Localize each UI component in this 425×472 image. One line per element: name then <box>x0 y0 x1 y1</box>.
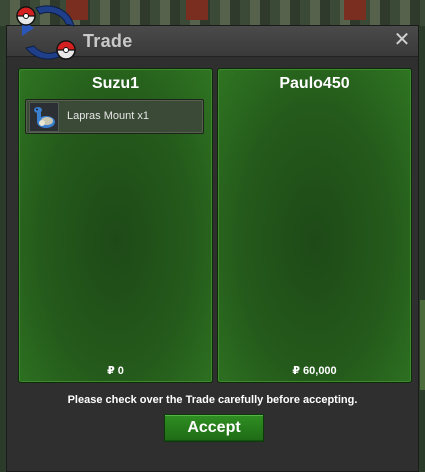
trade-panel-partner: Paulo450 ₽ 60,000 <box>217 68 412 383</box>
trade-notice: Please check over the Trade carefully be… <box>67 394 358 406</box>
accept-button[interactable]: Accept <box>164 414 264 442</box>
trade-window: Trade ✕ Suzu1 Lapras Mount x1 ₽ 0 Paulo4… <box>6 25 419 472</box>
background-roof-tile <box>344 0 366 20</box>
lapras-icon <box>29 102 59 132</box>
window-title: Trade <box>83 31 133 51</box>
close-icon[interactable]: ✕ <box>392 29 412 51</box>
trade-item-slot[interactable]: Lapras Mount x1 <box>25 99 204 134</box>
money-offer-partner: ₽ 60,000 <box>292 365 337 377</box>
game-background: Trade ✕ Suzu1 Lapras Mount x1 ₽ 0 Paulo4… <box>0 0 425 472</box>
background-roof-tile <box>186 0 208 20</box>
pokeball-arrows-logo <box>16 5 76 60</box>
trade-panel-self: Suzu1 Lapras Mount x1 ₽ 0 <box>18 68 213 383</box>
money-offer-self: ₽ 0 <box>107 365 124 377</box>
background-grass-edge <box>420 300 425 390</box>
player-name-self: Suzu1 <box>91 75 140 92</box>
player-name-partner: Paulo450 <box>279 75 350 92</box>
trade-item-label: Lapras Mount x1 <box>67 110 149 122</box>
